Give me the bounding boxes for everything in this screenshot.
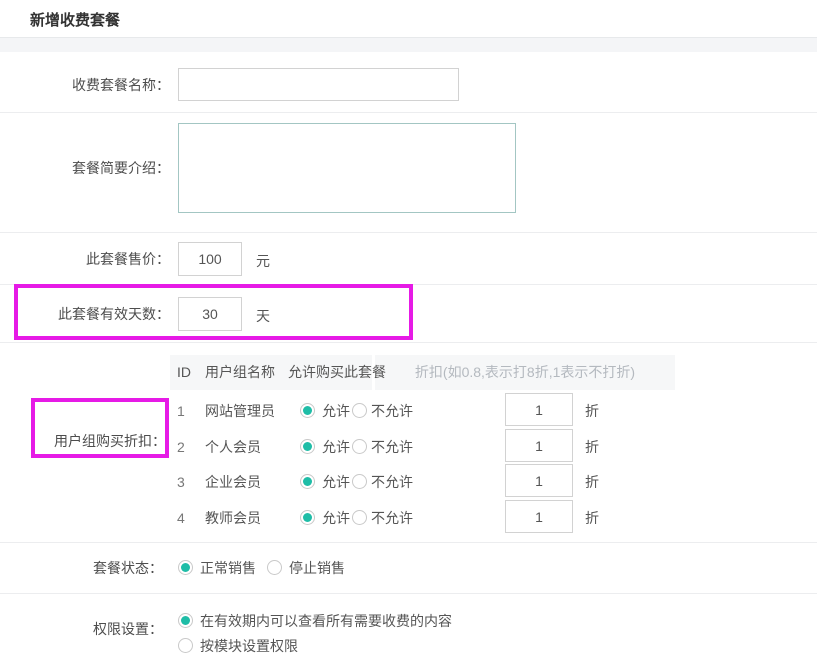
allow-radio-label[interactable]: 允许	[322, 403, 350, 419]
permission-label: 权限设置：	[0, 621, 163, 637]
row-id: 4	[177, 510, 185, 526]
permission-all-label[interactable]: 在有效期内可以查看所有需要收费的内容	[200, 613, 452, 629]
deny-radio-label[interactable]: 不允许	[371, 474, 413, 490]
row-group-name: 网站管理员	[205, 403, 275, 419]
package-intro-textarea[interactable]	[178, 123, 516, 213]
deny-radio-label[interactable]: 不允许	[371, 403, 413, 419]
discount-unit: 折	[585, 510, 599, 526]
col-header-group: 用户组名称	[205, 364, 275, 380]
permission-module-radio[interactable]	[178, 638, 193, 653]
allow-radio[interactable]	[300, 510, 315, 525]
price-unit: 元	[256, 251, 270, 271]
page-title: 新增收费套餐	[30, 9, 120, 30]
row-id: 3	[177, 474, 185, 490]
col-header-discount: 折扣(如0.8,表示打8折,1表示不打折)	[375, 364, 675, 380]
deny-radio[interactable]	[352, 439, 367, 454]
discount-unit: 折	[585, 439, 599, 455]
discount-input[interactable]	[505, 500, 573, 533]
deny-radio-label[interactable]: 不允许	[371, 439, 413, 455]
discount-input[interactable]	[505, 464, 573, 497]
status-stop-radio[interactable]	[267, 560, 282, 575]
permission-all-radio[interactable]	[178, 613, 193, 628]
allow-radio[interactable]	[300, 474, 315, 489]
annotation-box-discount-label	[31, 398, 169, 458]
status-stop-label[interactable]: 停止销售	[289, 560, 345, 576]
row-group-name: 企业会员	[205, 474, 261, 490]
allow-radio[interactable]	[300, 439, 315, 454]
status-normal-radio[interactable]	[178, 560, 193, 575]
header-strip	[0, 38, 817, 52]
package-price-label: 此套餐售价：	[0, 251, 170, 267]
divider	[0, 542, 817, 543]
divider	[0, 342, 817, 343]
valid-days-label: 此套餐有效天数：	[0, 306, 170, 322]
discount-input[interactable]	[505, 393, 573, 426]
allow-radio-label[interactable]: 允许	[322, 439, 350, 455]
divider	[0, 232, 817, 233]
deny-radio[interactable]	[352, 510, 367, 525]
allow-radio-label[interactable]: 允许	[322, 510, 350, 526]
status-normal-label[interactable]: 正常销售	[200, 560, 256, 576]
col-header-id: ID	[177, 364, 191, 380]
package-intro-label: 套餐简要介绍：	[0, 160, 170, 176]
deny-radio[interactable]	[352, 474, 367, 489]
valid-days-input[interactable]	[178, 297, 242, 331]
deny-radio[interactable]	[352, 403, 367, 418]
divider	[0, 284, 817, 285]
package-name-input[interactable]	[178, 68, 459, 101]
allow-radio[interactable]	[300, 403, 315, 418]
discount-unit: 折	[585, 403, 599, 419]
divider	[0, 593, 817, 594]
group-discount-label: 用户组购买折扣：	[0, 433, 166, 449]
row-id: 2	[177, 439, 185, 455]
status-label: 套餐状态：	[0, 560, 163, 576]
allow-radio-label[interactable]: 允许	[322, 474, 350, 490]
col-header-allow: 允许购买此套餐	[288, 364, 386, 380]
permission-module-label[interactable]: 按模块设置权限	[200, 638, 298, 654]
discount-input[interactable]	[505, 429, 573, 462]
row-group-name: 教师会员	[205, 510, 261, 526]
package-price-input[interactable]	[178, 242, 242, 276]
discount-unit: 折	[585, 474, 599, 490]
row-id: 1	[177, 403, 185, 419]
days-unit: 天	[256, 306, 270, 326]
row-group-name: 个人会员	[205, 439, 261, 455]
deny-radio-label[interactable]: 不允许	[371, 510, 413, 526]
divider	[0, 112, 817, 113]
package-name-label: 收费套餐名称：	[0, 77, 170, 93]
